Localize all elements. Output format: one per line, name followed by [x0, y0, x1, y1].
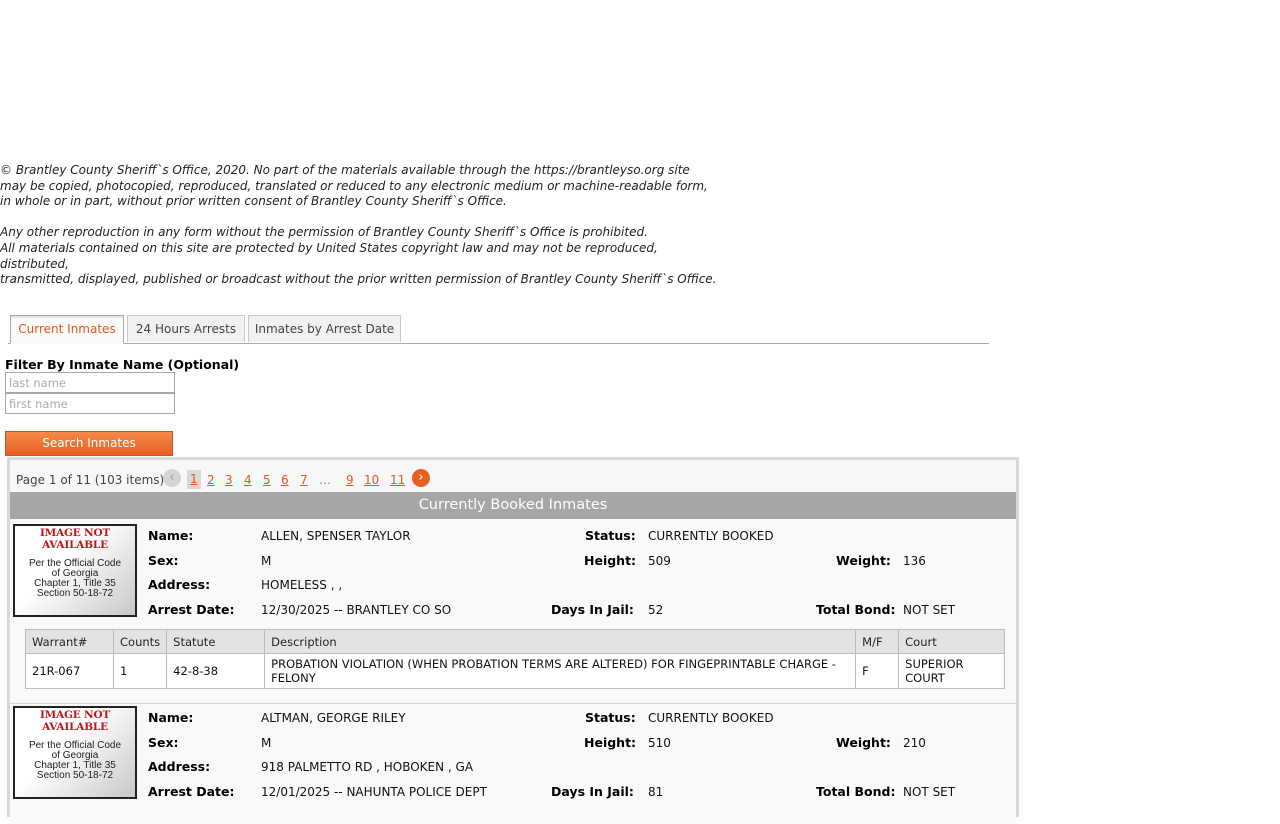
last-name-input[interactable] — [5, 372, 175, 393]
charges-table: Warrant# Counts Statute Description M/F … — [25, 629, 1005, 689]
inmate-days-in-jail: 52 — [648, 603, 664, 617]
address-label: Address: — [148, 577, 211, 592]
inmate-record: IMAGE NOT AVAILABLE Per the Official Cod… — [10, 704, 1016, 824]
copyright-line: may be copied, photocopied, reproduced, … — [0, 178, 708, 193]
inmate-weight: 210 — [903, 736, 926, 750]
page-link-11[interactable]: 11 — [390, 473, 405, 487]
page-link-6[interactable]: 6 — [281, 473, 289, 487]
sex-label: Sex: — [148, 553, 179, 568]
previous-page-icon[interactable]: ‹ — [163, 469, 181, 487]
days-in-jail-label: Days In Jail: — [551, 602, 634, 617]
description-header: Description — [264, 629, 857, 654]
warrant-header: Warrant# — [25, 629, 114, 654]
name-label: Name: — [148, 710, 194, 725]
inmate-photo-placeholder: IMAGE NOT AVAILABLE Per the Official Cod… — [13, 706, 137, 799]
charge-mf: F — [855, 653, 900, 689]
tab-current-inmates[interactable]: Current Inmates — [10, 315, 124, 344]
total-bond-label: Total Bond: — [816, 602, 896, 617]
inmate-name: ALLEN, SPENSER TAYLOR — [261, 529, 411, 543]
page-link-9[interactable]: 9 — [346, 473, 354, 487]
name-label: Name: — [148, 528, 194, 543]
charge-description: PROBATION VIOLATION (WHEN PROBATION TERM… — [264, 653, 857, 689]
mf-header: M/F — [855, 629, 900, 654]
filter-label: Filter By Inmate Name (Optional) — [5, 357, 240, 372]
page-ellipsis[interactable]: … — [319, 473, 331, 487]
inmate-height: 509 — [648, 554, 671, 568]
height-label: Height: — [584, 553, 637, 568]
arrest-date-label: Arrest Date: — [148, 784, 235, 799]
image-not-available-text: IMAGE NOT AVAILABLE — [39, 527, 111, 551]
charge-counts: 1 — [112, 653, 168, 689]
next-page-icon[interactable]: › — [412, 469, 430, 487]
inmate-address: 918 PALMETTO RD , HOBOKEN , GA — [261, 760, 474, 774]
weight-label: Weight: — [836, 735, 891, 750]
inmate-photo-placeholder: IMAGE NOT AVAILABLE Per the Official Cod… — [13, 524, 137, 617]
page-link-2[interactable]: 2 — [207, 473, 215, 487]
height-label: Height: — [584, 735, 637, 750]
charge-statute: 42-8-38 — [166, 653, 266, 689]
inmate-total-bond: NOT SET — [903, 785, 956, 799]
page-link-10[interactable]: 10 — [364, 473, 379, 487]
inmate-sex: M — [261, 736, 272, 750]
inmate-height: 510 — [648, 736, 671, 750]
grid-title: Currently Booked Inmates — [10, 492, 1016, 519]
copyright-line: in whole or in part, without prior writt… — [0, 194, 507, 209]
copyright-notice: © Brantley County Sheriff`s Office, 2020… — [0, 163, 720, 288]
counts-header: Counts — [112, 629, 168, 654]
court-header: Court — [898, 629, 1005, 654]
search-inmates-button[interactable]: Search Inmates — [5, 431, 173, 456]
inmate-record: IMAGE NOT AVAILABLE Per the Official Cod… — [10, 520, 1016, 701]
page-link-4[interactable]: 4 — [244, 473, 252, 487]
tab-inmates-by-arrest-date[interactable]: Inmates by Arrest Date — [248, 315, 401, 342]
first-name-input[interactable] — [5, 393, 175, 414]
copyright-line: Any other reproduction in any form witho… — [0, 225, 648, 240]
page-link-7[interactable]: 7 — [300, 473, 308, 487]
page-link-3[interactable]: 3 — [225, 473, 233, 487]
charge-court: SUPERIOR COURT — [898, 653, 1005, 689]
statute-header: Statute — [166, 629, 266, 654]
inmate-arrest-date: 12/01/2025 -- NAHUNTA POLICE DEPT — [261, 785, 487, 799]
charges-header-row: Warrant# Counts Statute Description M/F … — [25, 629, 1005, 654]
address-label: Address: — [148, 759, 211, 774]
pager: Page 1 of 11 (103 items) ‹ 1 2 3 4 5 6 7… — [10, 460, 1016, 495]
inmate-status: CURRENTLY BOOKED — [648, 529, 774, 543]
copyright-line: transmitted, displayed, published or bro… — [0, 272, 717, 287]
law-citation-line: Section 50-18-72 — [36, 588, 114, 599]
inmate-total-bond: NOT SET — [903, 603, 956, 617]
status-label: Status: — [585, 710, 636, 725]
inmate-status: CURRENTLY BOOKED — [648, 711, 774, 725]
copyright-line: © Brantley County Sheriff`s Office, 2020… — [0, 163, 690, 177]
page-link-1[interactable]: 1 — [187, 470, 201, 489]
days-in-jail-label: Days In Jail: — [551, 784, 634, 799]
inmate-address: HOMELESS , , — [261, 578, 343, 592]
page-link-5[interactable]: 5 — [263, 473, 271, 487]
law-citation-line: Section 50-18-72 — [36, 770, 114, 781]
inmate-name: ALTMAN, GEORGE RILEY — [261, 711, 406, 725]
status-label: Status: — [585, 528, 636, 543]
charge-warrant: 21R-067 — [25, 653, 114, 689]
total-bond-label: Total Bond: — [816, 784, 896, 799]
charge-row: 21R-067 1 42-8-38 PROBATION VIOLATION (W… — [25, 653, 1005, 689]
inmate-weight: 136 — [903, 554, 926, 568]
inmate-days-in-jail: 81 — [648, 785, 664, 799]
arrest-date-label: Arrest Date: — [148, 602, 235, 617]
inmate-arrest-date: 12/30/2025 -- BRANTLEY CO SO — [261, 603, 452, 617]
inmate-tabs: Current Inmates 24 Hours Arrests Inmates… — [8, 315, 989, 344]
pager-info: Page 1 of 11 (103 items) — [16, 473, 165, 487]
image-not-available-text: IMAGE NOT AVAILABLE — [39, 709, 111, 733]
inmate-grid: Page 1 of 11 (103 items) ‹ 1 2 3 4 5 6 7… — [7, 457, 1019, 824]
sex-label: Sex: — [148, 735, 179, 750]
tab-24-hours-arrests[interactable]: 24 Hours Arrests — [127, 315, 245, 342]
copyright-line: All materials contained on this site are… — [0, 240, 658, 271]
weight-label: Weight: — [836, 553, 891, 568]
inmate-sex: M — [261, 554, 272, 568]
